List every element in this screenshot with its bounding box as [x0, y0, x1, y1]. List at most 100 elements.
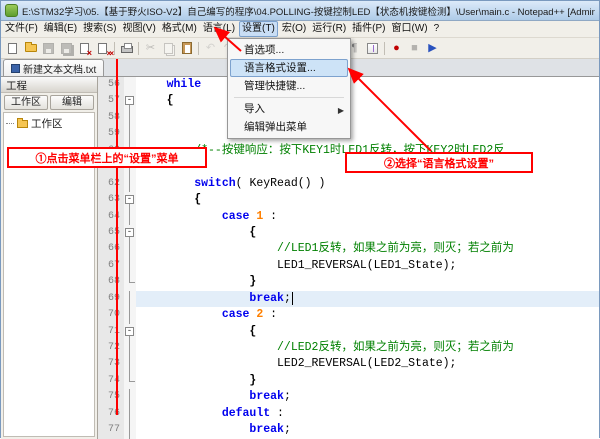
print-icon[interactable]: [118, 40, 135, 57]
copy-icon[interactable]: [160, 40, 177, 57]
notepad-plus-plus-icon: [5, 4, 18, 17]
fold-toggle-icon[interactable]: -: [125, 96, 134, 106]
fold-margin: -: [124, 93, 136, 110]
close-all-icon[interactable]: [94, 40, 112, 58]
open-folder-icon[interactable]: [22, 40, 39, 57]
fold-toggle-icon[interactable]: -: [125, 195, 134, 205]
fold-margin: [124, 356, 136, 373]
cut-icon[interactable]: ✂: [142, 40, 159, 57]
code-text[interactable]: {: [136, 192, 599, 208]
menu-item-6[interactable]: 语言(L): [201, 21, 237, 37]
menu-item-11[interactable]: 窗口(W): [390, 21, 430, 37]
menu-item-8[interactable]: 宏(O): [280, 21, 308, 37]
line-number: 58: [98, 109, 124, 127]
fold-toggle-icon[interactable]: -: [125, 227, 134, 237]
code-text[interactable]: {: [136, 225, 599, 241]
fold-margin: [124, 422, 136, 439]
save-all-icon-glyph: [61, 42, 72, 54]
code-line: 64 case 1 :: [98, 208, 599, 225]
menu-item-9[interactable]: 运行(R): [310, 21, 348, 37]
menu-item-3[interactable]: 搜索(S): [81, 21, 118, 37]
fold-margin: [124, 208, 136, 225]
fold-end-tick: [129, 282, 135, 284]
workspace-tree-item[interactable]: 工作区: [6, 116, 92, 131]
code-text[interactable]: while: [136, 77, 599, 93]
indent-guide-icon-glyph: [367, 42, 378, 54]
fold-line: [129, 405, 130, 423]
fold-line: [129, 340, 130, 357]
code-text[interactable]: break;: [136, 389, 599, 405]
copy-icon-glyph: [164, 42, 173, 54]
folder-icon: [17, 117, 28, 128]
line-number: 65: [98, 224, 124, 242]
fold-margin: -: [124, 192, 136, 209]
line-number: 74: [98, 372, 124, 390]
line-number: 77: [98, 422, 124, 439]
close-icon[interactable]: [76, 40, 93, 58]
submenu-arrow-icon: ▶: [337, 106, 344, 115]
code-text[interactable]: case 2 :: [136, 307, 599, 323]
undo-icon[interactable]: ↶: [202, 40, 219, 57]
fold-margin: [124, 126, 136, 143]
play-macro-icon[interactable]: ▶: [424, 40, 441, 57]
code-text[interactable]: LED2_REVERSAL(LED2_State);: [136, 356, 599, 372]
settings-menu-item-3[interactable]: 管理快捷键...: [230, 77, 348, 95]
code-text[interactable]: default :: [136, 406, 599, 422]
fold-line: [129, 257, 130, 275]
fold-margin: [124, 109, 136, 127]
menu-item-4[interactable]: 视图(V): [120, 21, 157, 37]
save-all-icon[interactable]: [58, 40, 75, 57]
settings-menu-item-2[interactable]: 语言格式设置...: [230, 59, 348, 77]
line-number: 71: [98, 323, 124, 340]
code-text[interactable]: break;: [136, 422, 599, 438]
code-text[interactable]: [136, 126, 599, 142]
edit-button[interactable]: 编辑: [50, 95, 94, 110]
fold-toggle-icon[interactable]: -: [125, 326, 134, 336]
stop-macro-icon[interactable]: ■: [406, 40, 423, 57]
fold-end-tick: [129, 380, 135, 382]
code-text[interactable]: }: [136, 373, 599, 389]
line-number: 75: [98, 389, 124, 406]
tree-branch-line: [6, 123, 14, 124]
menu-item-5[interactable]: 格式(M): [160, 21, 199, 37]
menu-item-1[interactable]: 文件(F): [3, 21, 40, 37]
menu-item-10[interactable]: 插件(P): [350, 21, 387, 37]
code-line: 65- {: [98, 224, 599, 242]
record-macro-icon[interactable]: ●: [388, 40, 405, 57]
line-number: 76: [98, 405, 124, 423]
menu-item-2[interactable]: 编辑(E): [42, 21, 79, 37]
fold-margin: [124, 77, 136, 94]
settings-menu-item-5[interactable]: 导入 ▶: [230, 100, 348, 118]
tab-document[interactable]: 新建文本文档.txt: [3, 59, 105, 76]
code-text[interactable]: //LED2反转，如果之前为亮，则灭；若之前为: [136, 340, 599, 356]
code-text[interactable]: {: [136, 93, 599, 109]
code-line: 77 break;: [98, 422, 599, 439]
code-text[interactable]: {: [136, 324, 599, 340]
fold-line: [129, 175, 130, 193]
fold-margin: [124, 340, 136, 357]
menu-item-12[interactable]: ?: [432, 21, 442, 37]
workspace-button[interactable]: 工作区: [4, 95, 48, 110]
code-text[interactable]: case 1 :: [136, 209, 599, 225]
fold-margin: [124, 175, 136, 193]
save-icon[interactable]: [40, 40, 57, 57]
code-text[interactable]: }: [136, 274, 599, 290]
code-text[interactable]: //LED1反转，如果之前为亮，则灭；若之前为: [136, 241, 599, 257]
code-text[interactable]: LED1_REVERSAL(LED1_State);: [136, 258, 599, 274]
settings-menu-item-6[interactable]: 编辑弹出菜单: [230, 118, 348, 136]
code-line: 63- {: [98, 192, 599, 209]
window-title: E:\STM32学习\05.【基于野火ISO-V2】自己编写的程序\04.POL…: [22, 6, 595, 18]
fold-margin: [124, 241, 136, 258]
code-line: 70 case 2 :: [98, 307, 599, 324]
code-text[interactable]: switch( KeyRead() ): [136, 176, 599, 192]
new-file-icon[interactable]: [4, 40, 21, 57]
settings-menu-item-1[interactable]: 首选项...: [230, 41, 348, 59]
indent-guide-icon[interactable]: [364, 40, 381, 57]
print-icon-glyph: [120, 43, 133, 53]
menu-item-7[interactable]: 设置(T): [239, 21, 278, 37]
code-text[interactable]: [136, 110, 599, 126]
code-text[interactable]: break;: [136, 290, 599, 308]
undo-icon-glyph: ↶: [205, 41, 216, 54]
paste-icon[interactable]: [178, 40, 195, 57]
line-number: 67: [98, 257, 124, 275]
